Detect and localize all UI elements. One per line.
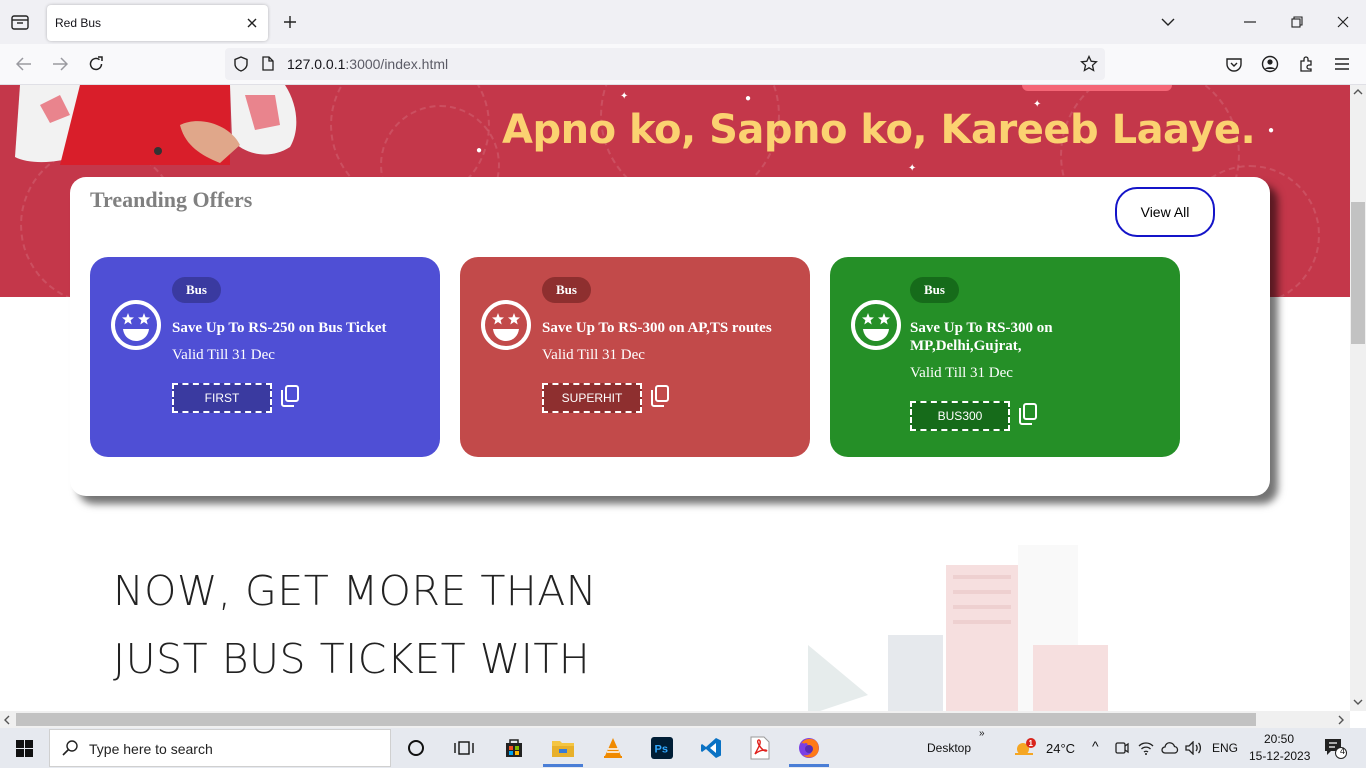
desktop-toolbar-label[interactable]: Desktop (927, 741, 971, 755)
vlc-icon[interactable] (598, 733, 628, 763)
star-eyes-smile-icon (851, 300, 901, 350)
search-icon (62, 740, 78, 756)
view-all-button[interactable]: View All (1115, 187, 1215, 237)
offer-validity: Valid Till 31 Dec (172, 347, 275, 363)
notification-count: 4 (1340, 746, 1346, 756)
forward-icon[interactable] (50, 54, 70, 74)
offer-validity: Valid Till 31 Dec (542, 347, 645, 363)
extensions-icon[interactable] (1296, 54, 1316, 74)
offer-card[interactable]: Bus Save Up To RS-300 on AP,TS routes Va… (460, 257, 810, 457)
tab-list-icon[interactable] (8, 10, 32, 34)
language-indicator[interactable]: ENG (1212, 741, 1238, 755)
tray-chevron-up-icon[interactable]: ^ (1092, 738, 1099, 754)
clock-time[interactable]: 20:50 (1264, 732, 1294, 746)
photoshop-icon[interactable]: Ps (647, 733, 677, 763)
banner-strip (1022, 85, 1172, 91)
minimize-icon[interactable] (1240, 12, 1260, 32)
scroll-left-icon[interactable] (4, 715, 10, 725)
page-icon (262, 56, 274, 76)
vertical-scrollbar[interactable] (1350, 85, 1366, 711)
horizontal-scroll-thumb[interactable] (16, 713, 1256, 726)
offers-title: Treanding Offers (90, 187, 253, 212)
url-bar[interactable]: 127.0.0.1:3000/index.html (225, 48, 1105, 80)
coupon-code[interactable]: FIRST (172, 383, 272, 413)
offer-badge: Bus (172, 277, 221, 303)
offer-validity: Valid Till 31 Dec (910, 365, 1013, 381)
menu-icon[interactable] (1332, 54, 1352, 74)
meet-now-icon[interactable] (1110, 733, 1134, 763)
browser-nav-bar: 127.0.0.1:3000/index.html (0, 44, 1366, 85)
copy-icon[interactable] (280, 385, 300, 407)
scroll-down-icon[interactable] (1353, 699, 1363, 705)
notification-center-icon[interactable]: 4 (1320, 733, 1350, 763)
coupon-code[interactable]: SUPERHIT (542, 383, 642, 413)
weather-icon[interactable]: 1 (1010, 733, 1040, 763)
headline-line-1: NOW, GET MORE THAN (113, 567, 597, 615)
browser-tab-bar: Red Bus (0, 0, 1366, 44)
close-tab-icon[interactable] (244, 15, 260, 31)
bookmark-star-icon[interactable] (1080, 54, 1098, 78)
offer-badge: Bus (910, 277, 959, 303)
banner-person-image (15, 85, 297, 165)
svg-text:Ps: Ps (655, 744, 668, 756)
acrobat-icon[interactable] (745, 733, 775, 763)
tab-title: Red Bus (55, 16, 102, 30)
weather-badge: 1 (1029, 739, 1034, 748)
url-path: :3000/index.html (345, 56, 449, 72)
offer-badge: Bus (542, 277, 591, 303)
copy-icon[interactable] (650, 385, 670, 407)
microsoft-store-icon[interactable] (499, 733, 529, 763)
active-app-indicator (789, 764, 829, 767)
scroll-right-icon[interactable] (1338, 715, 1344, 725)
offer-title: Save Up To RS-300 on MP,Delhi,Gujrat, (910, 320, 1053, 354)
active-app-indicator (543, 764, 583, 767)
task-view-icon[interactable] (449, 733, 479, 763)
account-icon[interactable] (1260, 54, 1280, 74)
shield-icon[interactable] (234, 56, 248, 77)
close-window-icon[interactable] (1333, 12, 1353, 32)
city-illustration (808, 545, 1108, 711)
page-viewport: ✦ ● ✦ ● ✦ ● ● Apno ko, Sapno ko, Kareeb … (0, 85, 1350, 711)
pocket-icon[interactable] (1224, 54, 1244, 74)
banner-tagline: Apno ko, Sapno ko, Kareeb Laaye. (502, 107, 1256, 153)
taskbar-search-box[interactable]: Type here to search (49, 729, 391, 767)
trending-offers-section: Treanding Offers View All Bus Save Up To… (70, 177, 1270, 496)
clock-date[interactable]: 15-12-2023 (1249, 749, 1310, 763)
url-text[interactable]: 127.0.0.1:3000/index.html (287, 56, 448, 72)
vscode-icon[interactable] (696, 733, 726, 763)
star-eyes-smile-icon (481, 300, 531, 350)
tab-overflow-chevron-icon[interactable] (1158, 12, 1178, 32)
wifi-icon[interactable] (1134, 733, 1158, 763)
offer-card[interactable]: Bus Save Up To RS-300 on MP,Delhi,Gujrat… (830, 257, 1180, 457)
search-placeholder: Type here to search (89, 741, 213, 757)
firefox-icon[interactable] (794, 733, 824, 763)
browser-tab[interactable]: Red Bus (47, 5, 268, 41)
url-host: 127.0.0.1 (287, 56, 346, 72)
new-tab-icon[interactable] (280, 12, 300, 32)
scroll-up-icon[interactable] (1353, 89, 1363, 95)
copy-icon[interactable] (1018, 403, 1038, 425)
cortana-icon[interactable] (401, 733, 431, 763)
reload-icon[interactable] (86, 54, 106, 74)
weather-temperature[interactable]: 24°C (1046, 741, 1075, 756)
offer-title: Save Up To RS-250 on Bus Ticket (172, 320, 387, 336)
vertical-scroll-thumb[interactable] (1351, 202, 1365, 344)
onedrive-sync-icon[interactable] (1158, 733, 1182, 763)
offer-card[interactable]: Bus Save Up To RS-250 on Bus Ticket Vali… (90, 257, 440, 457)
toolbar-chevron-icon[interactable]: » (979, 728, 985, 739)
windows-taskbar: Type here to search Ps Desktop » 1 24°C … (0, 728, 1366, 768)
star-eyes-smile-icon (111, 300, 161, 350)
restore-icon[interactable] (1287, 12, 1307, 32)
offer-title: Save Up To RS-300 on AP,TS routes (542, 320, 772, 336)
coupon-code[interactable]: BUS300 (910, 401, 1010, 431)
file-explorer-icon[interactable] (548, 733, 578, 763)
headline-line-2: JUST BUS TICKET WITH (113, 635, 591, 683)
back-icon[interactable] (14, 54, 34, 74)
volume-icon[interactable] (1182, 733, 1206, 763)
windows-start-icon[interactable] (0, 728, 48, 768)
